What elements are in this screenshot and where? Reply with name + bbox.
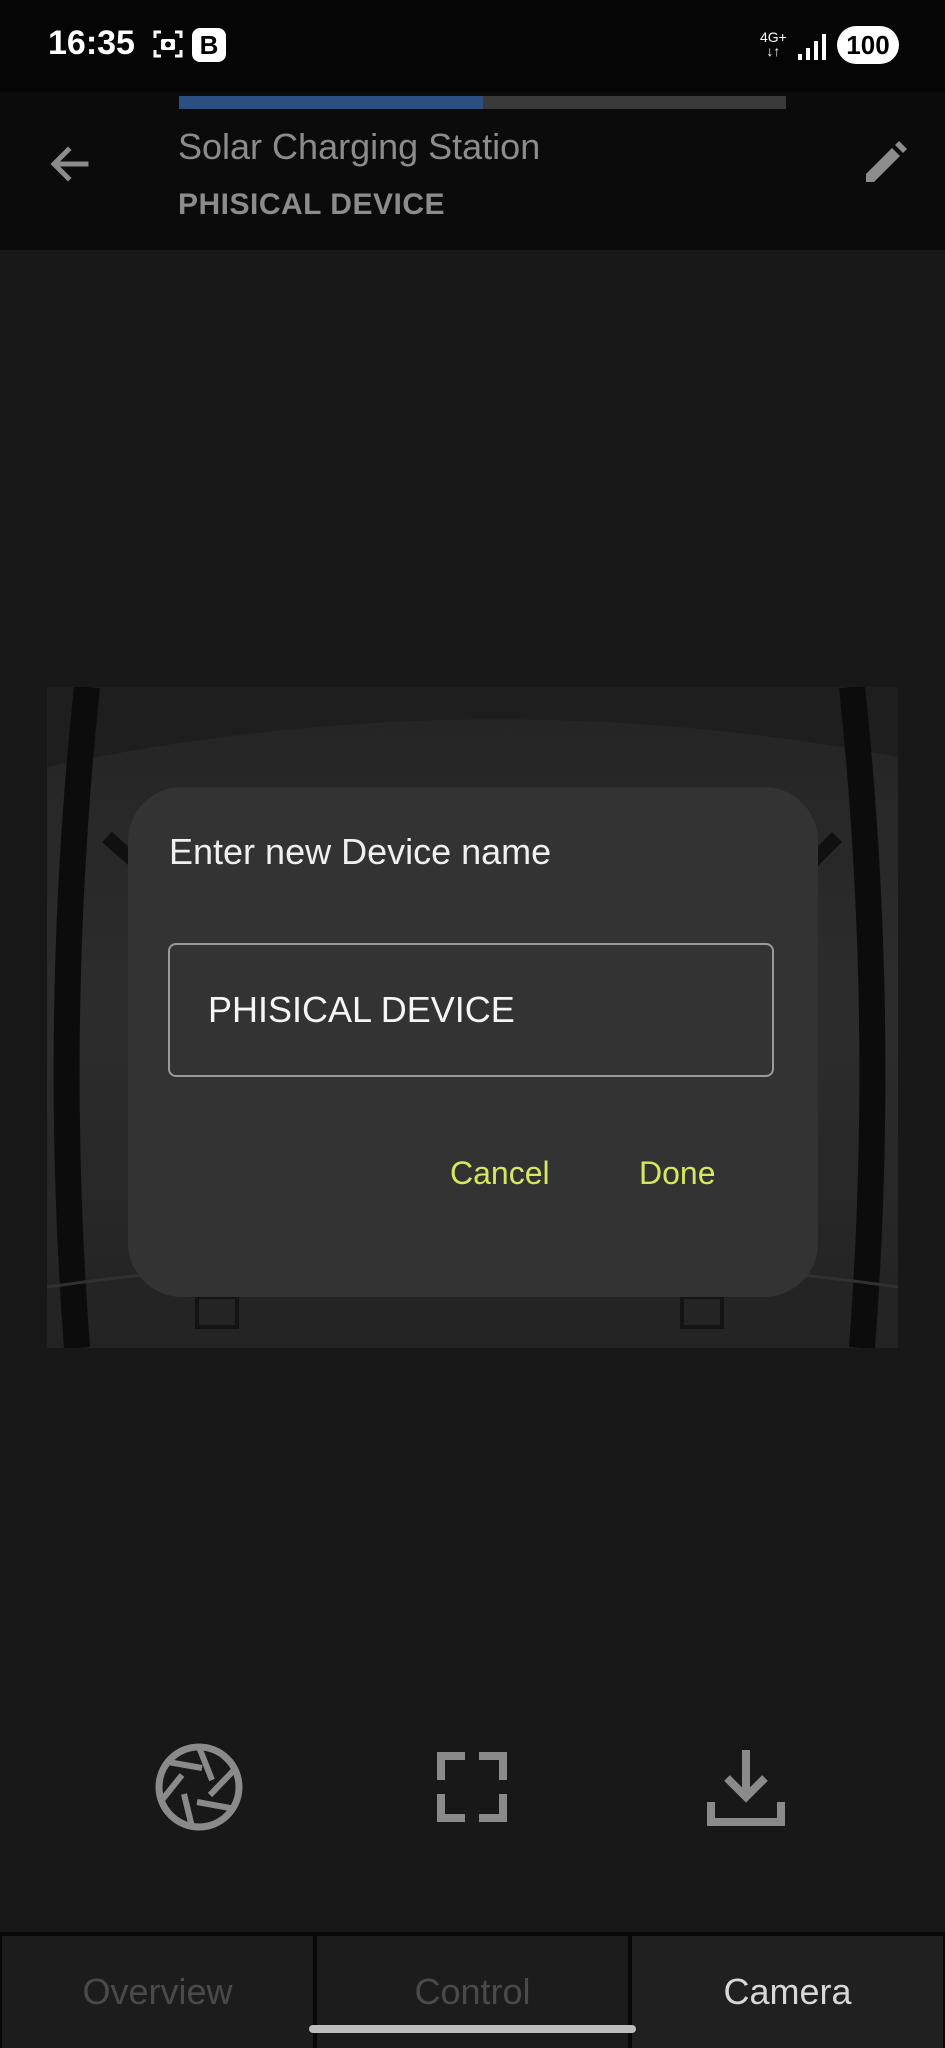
pencil-icon[interactable]	[856, 136, 912, 192]
progress-bar	[179, 96, 786, 109]
device-title: Solar Charging Station	[178, 126, 541, 167]
status-bar: 16:35 B 4G+ ↓↑ 100	[0, 0, 945, 92]
network-type: 4G+ ↓↑	[760, 29, 787, 59]
device-subtitle: PHISICAL DEVICE	[178, 188, 445, 221]
battery-indicator: 100	[837, 26, 899, 64]
app-header: Solar Charging Station PHISICAL DEVICE	[0, 92, 945, 250]
tab-camera[interactable]: Camera	[632, 1936, 943, 2048]
back-arrow-icon[interactable]	[42, 136, 98, 192]
camera-shutter-icon[interactable]	[152, 1740, 246, 1834]
screen-capture-icon	[153, 30, 183, 58]
dialog-title: Enter new Device name	[169, 831, 552, 872]
cancel-button[interactable]: Cancel	[450, 1155, 550, 1192]
rename-dialog: Enter new Device name Cancel Done	[128, 787, 818, 1297]
b-app-icon: B	[192, 28, 226, 62]
signal-icon	[798, 34, 826, 60]
status-time: 16:35	[48, 24, 135, 62]
home-indicator	[309, 2025, 636, 2033]
camera-controls	[0, 1740, 945, 1840]
done-button[interactable]: Done	[639, 1155, 716, 1192]
progress-fill	[179, 96, 483, 109]
fullscreen-icon[interactable]	[425, 1740, 519, 1834]
device-name-input[interactable]	[168, 943, 774, 1077]
tab-overview[interactable]: Overview	[2, 1936, 313, 2048]
download-icon[interactable]	[699, 1740, 793, 1834]
